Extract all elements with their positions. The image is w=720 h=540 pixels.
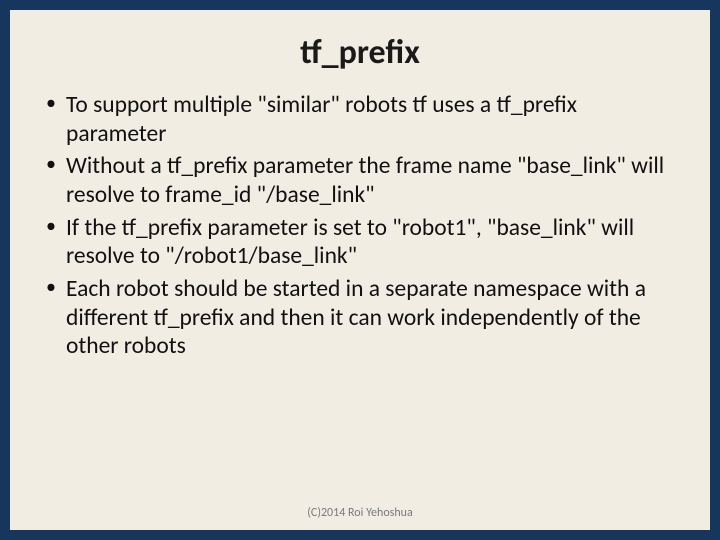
slide-frame: tf_prefix To support multiple "similar" … [0, 0, 720, 540]
slide-body: tf_prefix To support multiple "similar" … [10, 10, 710, 530]
slide-title: tf_prefix [38, 32, 682, 73]
footer-text: (C)2014 Roi Yehoshua [38, 506, 682, 522]
list-item: If the tf_prefix parameter is set to "ro… [40, 214, 680, 271]
list-item: To support multiple "similar" robots tf … [40, 91, 680, 148]
list-item: Without a tf_prefix parameter the frame … [40, 152, 680, 209]
list-item: Each robot should be started in a separa… [40, 275, 680, 361]
bullet-list: To support multiple "similar" robots tf … [38, 91, 682, 506]
